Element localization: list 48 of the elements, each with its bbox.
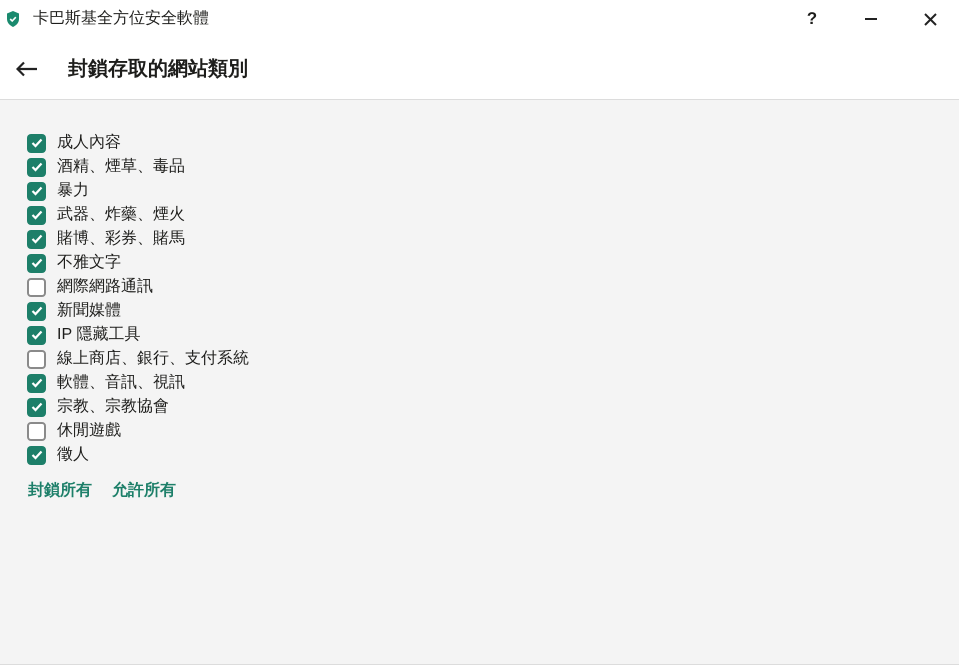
category-checkbox[interactable] (27, 134, 46, 152)
check-icon (30, 186, 42, 196)
window-title: 卡巴斯基全方位安全軟體 (33, 8, 209, 29)
category-label: 宗教、宗教協會 (57, 396, 169, 417)
action-link[interactable]: 允許所有 (112, 479, 176, 503)
category-checkbox[interactable] (27, 326, 46, 344)
category-checkbox[interactable] (27, 158, 46, 176)
category-checkbox[interactable] (27, 182, 46, 200)
check-icon (30, 234, 42, 244)
category-checkbox[interactable] (27, 254, 46, 272)
category-label: 軟體、音訊、視訊 (57, 372, 185, 393)
category-checkbox[interactable] (27, 398, 46, 416)
page-title: 封鎖存取的網站類別 (68, 56, 248, 82)
back-arrow-icon (16, 60, 38, 76)
category-checkbox[interactable] (27, 278, 46, 296)
category-label: 新聞媒體 (57, 300, 121, 321)
check-icon (30, 210, 42, 220)
category-label: 線上商店、銀行、支付系統 (57, 348, 249, 369)
category-label: 武器、炸藥、煙火 (57, 204, 185, 225)
check-icon (30, 450, 42, 460)
category-checkbox[interactable] (27, 422, 46, 440)
check-icon (30, 402, 42, 412)
category-label: 成人內容 (57, 132, 121, 153)
category-label: 不雅文字 (57, 252, 121, 273)
category-checkbox[interactable] (27, 374, 46, 392)
category-label: 賭博、彩券、賭馬 (57, 228, 185, 249)
minimize-icon (865, 18, 877, 20)
category-checkbox[interactable] (27, 446, 46, 464)
check-icon (30, 138, 42, 148)
category-label: 網際網路通訊 (57, 276, 153, 297)
action-link[interactable]: 封鎖所有 (28, 479, 92, 503)
category-label: 徵人 (57, 445, 89, 465)
category-checkbox[interactable] (27, 302, 46, 320)
check-icon (30, 162, 42, 172)
check-icon (30, 330, 42, 340)
shield-icon (6, 11, 20, 27)
check-icon (30, 306, 42, 316)
close-icon (924, 12, 936, 26)
category-label: IP 隱藏工具 (57, 324, 140, 345)
category-label: 暴力 (57, 180, 89, 201)
category-checkbox[interactable] (27, 350, 46, 368)
category-checkbox[interactable] (27, 230, 46, 248)
category-checkbox[interactable] (27, 206, 46, 224)
category-label: 酒精、煙草、毒品 (57, 156, 185, 177)
check-icon (30, 258, 42, 268)
help-button[interactable]: ? (783, 0, 841, 38)
check-icon (30, 378, 42, 388)
category-label: 休閒遊戲 (57, 420, 121, 441)
